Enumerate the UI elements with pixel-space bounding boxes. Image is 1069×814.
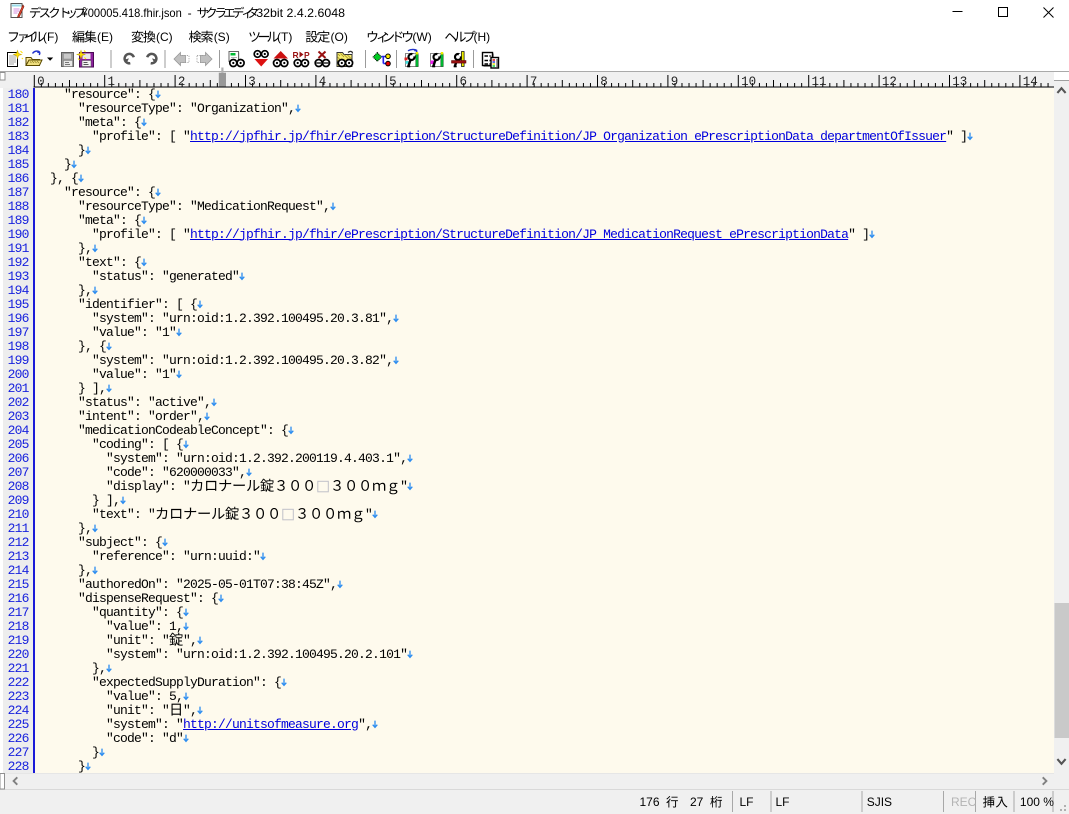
svg-text:(T): (T) [277, 30, 292, 44]
svg-text:LF: LF [740, 795, 754, 809]
svg-text:SJIS: SJIS [867, 795, 892, 809]
svg-text:LF: LF [776, 795, 790, 809]
svg-text:32bit 2.4.2.6048: 32bit 2.4.2.6048 [256, 6, 345, 20]
svg-text:(E): (E) [97, 30, 113, 44]
svg-text:176: 176 [640, 795, 660, 809]
svg-text:100 %: 100 % [1020, 795, 1054, 809]
svg-text:REC: REC [951, 795, 977, 809]
svg-text:27: 27 [690, 795, 704, 809]
svg-text:(F): (F) [43, 30, 58, 44]
svg-text:(S): (S) [214, 30, 230, 44]
svg-text:¥00005.418.fhir.json: ¥00005.418.fhir.json [81, 6, 182, 20]
svg-text:(W): (W) [412, 30, 431, 44]
svg-text:-: - [188, 6, 192, 20]
svg-text:P: P [304, 50, 310, 60]
svg-text:(O): (O) [331, 30, 348, 44]
svg-text:(H): (H) [474, 30, 491, 44]
svg-text:(C): (C) [156, 30, 173, 44]
svg-text:R: R [293, 50, 299, 60]
